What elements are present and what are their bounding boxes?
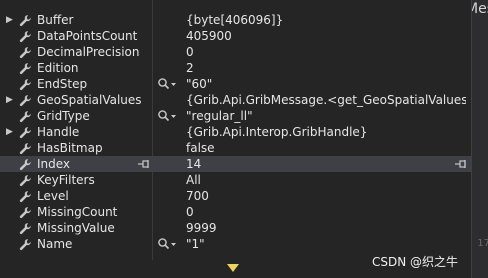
property-value[interactable]: All: [186, 172, 201, 188]
property-name: KeyFilters: [37, 173, 95, 187]
property-value[interactable]: 14: [186, 156, 201, 172]
property-row-gridtype[interactable]: GridType "regular_ll": [0, 108, 471, 124]
property-value[interactable]: {byte[406096]}: [186, 12, 283, 28]
pin-icon[interactable]: [455, 160, 467, 168]
wrench-icon: [19, 126, 32, 139]
wrench-icon: [19, 14, 32, 27]
magnifier-icon[interactable]: [157, 237, 177, 251]
property-row-level[interactable]: Level 700: [0, 188, 471, 204]
property-name: GridType: [37, 109, 90, 123]
wrench-icon: [19, 190, 32, 203]
property-name: DataPointsCount: [37, 29, 138, 43]
wrench-icon: [19, 110, 32, 123]
property-row-decimalprecision[interactable]: DecimalPrecision 0: [0, 44, 471, 60]
expand-triangle-icon[interactable]: ▶: [6, 124, 13, 140]
property-row-edition[interactable]: Edition 2: [0, 60, 471, 76]
property-row-missingvalue[interactable]: MissingValue 9999: [0, 220, 471, 236]
property-name: Buffer: [37, 13, 74, 27]
datatip-property-panel: ▶ Buffer {byte[406096]} DataPointsCount 4059…: [0, 0, 472, 278]
property-row-name[interactable]: Name "1": [0, 236, 471, 252]
property-row-handle[interactable]: ▶ Handle {Grib.Api.Interop.GribHandle}: [0, 124, 471, 140]
property-name: Index: [37, 157, 71, 171]
wrench-icon: [19, 222, 32, 235]
property-name: MissingCount: [37, 205, 118, 219]
property-value[interactable]: "60": [186, 76, 212, 92]
watermark: CSDN @织之牛: [372, 255, 459, 269]
property-value[interactable]: 0: [186, 204, 194, 220]
magnifier-icon[interactable]: [157, 77, 177, 91]
property-row-hasbitmap[interactable]: HasBitmap false: [0, 140, 471, 156]
property-row-index[interactable]: Index 14: [0, 156, 471, 172]
property-value[interactable]: {Grib.Api.Interop.GribHandle}: [186, 124, 367, 140]
property-value[interactable]: "1": [186, 236, 205, 252]
property-name: EndStep: [37, 77, 88, 91]
magnifier-icon[interactable]: [157, 109, 177, 123]
property-value[interactable]: 2: [186, 60, 194, 76]
expand-triangle-icon[interactable]: ▶: [6, 12, 13, 28]
background-line-number: 17: [477, 238, 488, 249]
property-name: Edition: [37, 61, 79, 75]
wrench-icon: [19, 62, 32, 75]
property-row-missingcount[interactable]: MissingCount 0: [0, 204, 471, 220]
background-editor-edge: Mes 17: [466, 0, 488, 278]
property-name: Name: [37, 237, 73, 251]
property-row-buffer[interactable]: ▶ Buffer {byte[406096]}: [0, 12, 471, 28]
expand-triangle-icon[interactable]: ▶: [6, 92, 13, 108]
property-name: Handle: [37, 125, 80, 139]
wrench-icon: [19, 94, 32, 107]
wrench-icon: [19, 206, 32, 219]
property-name: Level: [37, 189, 69, 203]
property-row-endstep[interactable]: EndStep "60": [0, 76, 471, 92]
property-row-datapointscount[interactable]: DataPointsCount 405900: [0, 28, 471, 44]
property-value[interactable]: 700: [186, 188, 209, 204]
property-name: MissingValue: [37, 221, 115, 235]
wrench-icon: [19, 142, 32, 155]
wrench-icon: [19, 30, 32, 43]
property-name: HasBitmap: [37, 141, 103, 155]
property-value[interactable]: {Grib.Api.GribMessage.<get_GeoSpatialVal…: [186, 92, 466, 108]
scroll-down-arrow-icon[interactable]: [227, 264, 239, 272]
property-name: DecimalPrecision: [37, 45, 140, 59]
property-value[interactable]: 405900: [186, 28, 232, 44]
wrench-icon: [19, 78, 32, 91]
property-row-geospatialvalues[interactable]: ▶ GeoSpatialValues {Grib.Api.GribMessage.<…: [0, 92, 471, 108]
property-value[interactable]: 0: [186, 44, 194, 60]
wrench-icon: [19, 46, 32, 59]
property-row-keyfilters[interactable]: KeyFilters All: [0, 172, 471, 188]
pin-icon[interactable]: [138, 160, 150, 168]
wrench-icon: [19, 238, 32, 251]
property-value[interactable]: "regular_ll": [186, 108, 253, 124]
wrench-icon: [19, 158, 32, 171]
property-value[interactable]: 9999: [186, 220, 217, 236]
property-value[interactable]: false: [186, 140, 215, 156]
property-name: GeoSpatialValues: [37, 93, 142, 107]
wrench-icon: [19, 174, 32, 187]
